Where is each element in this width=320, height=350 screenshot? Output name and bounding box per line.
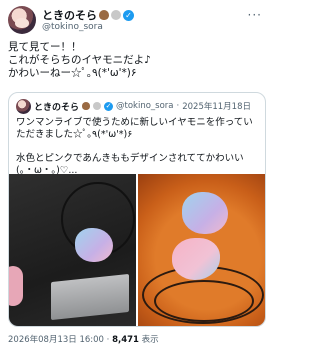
views-label: 表示 — [141, 335, 159, 345]
verified-badge-icon: ✓ — [104, 101, 114, 111]
badge-emoji-icon — [93, 102, 102, 110]
quoted-post-header: ときのそら ✓ @tokino_sora · 2025年11月18日 — [16, 98, 251, 114]
more-options-icon[interactable]: ··· — [248, 8, 262, 22]
quoted-author-display-name: ときのそら — [34, 102, 80, 113]
verified-badge-icon: ✓ — [123, 9, 134, 21]
post-timestamp[interactable]: 2026年08月13日 16:00 — [8, 335, 104, 345]
post-header: ときのそら ✓ @tokino_sora ··· — [8, 6, 264, 38]
author-display-name[interactable]: ときのそら — [42, 7, 97, 23]
quoted-date: 2025年11月18日 — [182, 102, 251, 112]
quoted-author-avatar — [16, 98, 31, 114]
author-handle[interactable]: @tokino_sora — [42, 22, 103, 32]
blue-monitor-shape — [182, 192, 228, 234]
badge-emoji-icon — [111, 10, 121, 20]
quoted-media — [9, 174, 265, 326]
bear-emoji-icon — [99, 10, 109, 20]
views-count: 8,471 — [112, 335, 139, 345]
quoted-image-1[interactable] — [9, 174, 136, 326]
quoted-post[interactable]: ときのそら ✓ @tokino_sora · 2025年11月18日 ワンマンラ… — [8, 92, 266, 327]
post-text: 見て見てー！！ これがそらちのイヤモニだよ♪ かわいーねー☆ﾟ｡٩(*'ω'*)… — [8, 41, 151, 79]
quoted-separator: · — [176, 101, 180, 111]
author-avatar[interactable] — [8, 6, 36, 34]
pink-monitor-edge — [9, 266, 23, 306]
quoted-author-handle: @tokino_sora — [116, 101, 174, 111]
cable-shape-inner — [154, 280, 254, 322]
quoted-post-text: ワンマンライブで使うために新しいイヤモニを作っていただきました☆ﾟ｡٩(*'ω'… — [16, 117, 253, 176]
post-footer: 2026年08月13日 16:00 · 8,471 表示 — [8, 333, 159, 345]
monitor-shape — [75, 228, 113, 262]
bear-emoji-icon — [82, 102, 91, 110]
quoted-image-2[interactable] — [138, 174, 265, 326]
author-name-row[interactable]: ときのそら ✓ — [42, 7, 134, 23]
silver-plate — [51, 273, 129, 321]
